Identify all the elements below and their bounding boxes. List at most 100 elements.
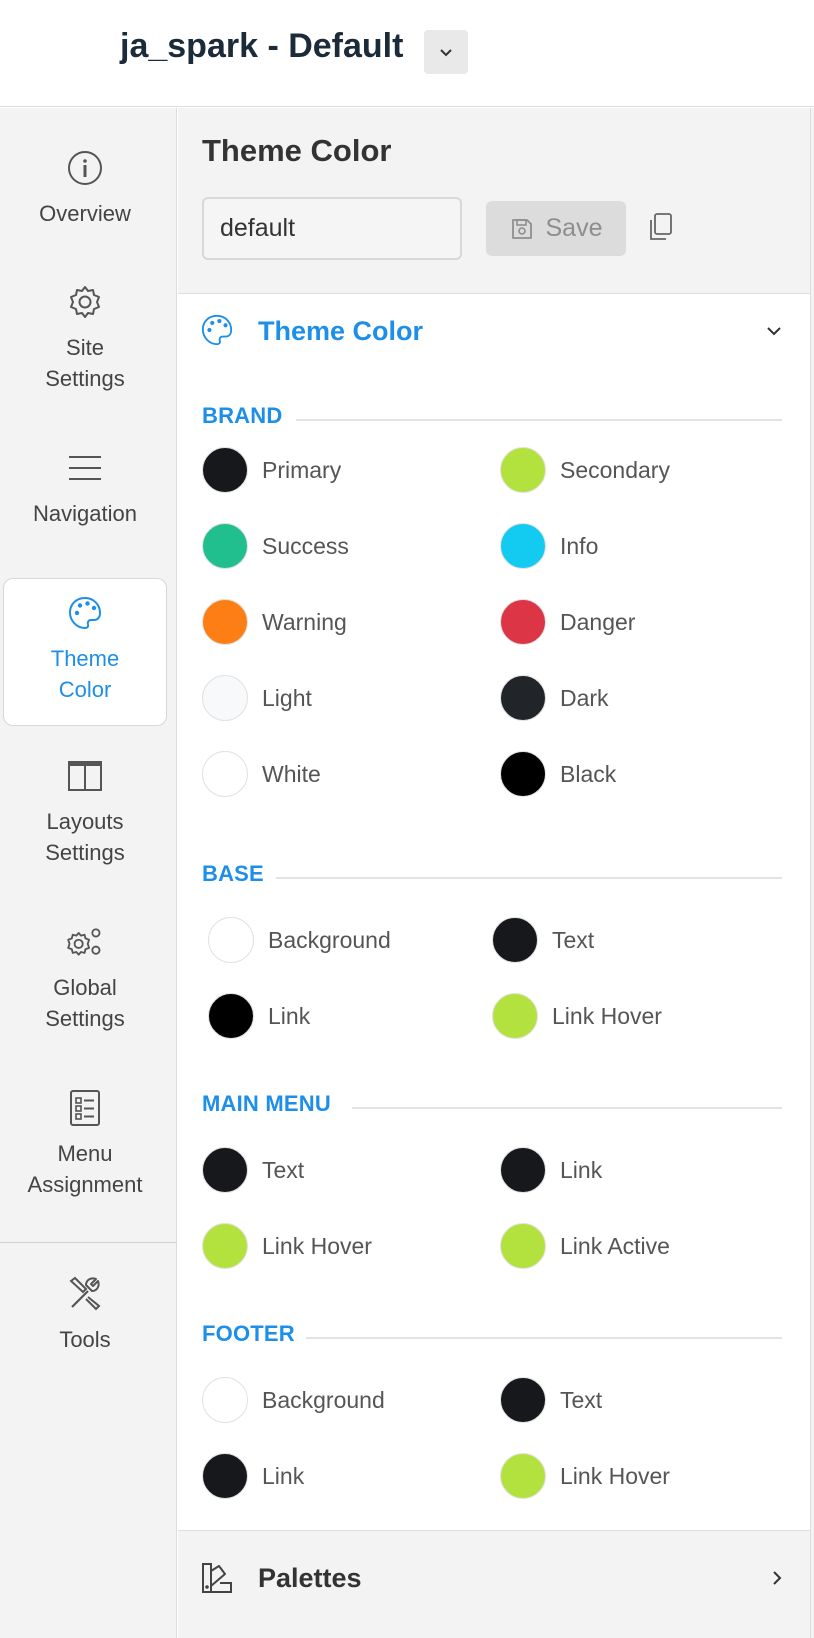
group-title-footer: FOOTER: [202, 1321, 295, 1346]
main-header: Theme Color Save: [178, 108, 814, 294]
palette-icon: [201, 314, 233, 346]
color-dot[interactable]: [202, 599, 248, 645]
color-dot[interactable]: [500, 1377, 546, 1423]
color-dot[interactable]: [208, 993, 254, 1039]
color-swatch-base-background[interactable]: Background: [208, 917, 391, 963]
sidebar-divider: [0, 1242, 177, 1243]
sidebar-item-tools[interactable]: Tools: [3, 1274, 167, 1370]
save-button-label: Save: [545, 214, 603, 242]
swatch-label: White: [262, 760, 321, 787]
color-dot[interactable]: [500, 1147, 546, 1193]
copy-button[interactable]: [646, 212, 676, 244]
color-swatch-footer-link-hover[interactable]: Link Hover: [500, 1453, 670, 1499]
color-dot[interactable]: [500, 1223, 546, 1269]
color-dot[interactable]: [492, 917, 538, 963]
group-divider: [306, 1337, 782, 1339]
palettes-section-toggle[interactable]: Palettes: [178, 1530, 810, 1638]
sidebar-item-label: Theme Color: [50, 646, 120, 702]
color-dot[interactable]: [500, 447, 546, 493]
color-swatch-menu-link-hover[interactable]: Link Hover: [202, 1223, 372, 1269]
theme-color-section-toggle[interactable]: Theme Color: [178, 295, 810, 381]
copy-icon: [650, 213, 672, 240]
color-swatch-primary[interactable]: Primary: [202, 447, 341, 493]
sidebar-item-menu-assignment[interactable]: Menu Assignment: [3, 1088, 167, 1214]
save-button[interactable]: Save: [486, 201, 626, 256]
color-swatch-secondary[interactable]: Secondary: [500, 447, 670, 493]
swatch-label: Text: [552, 926, 595, 953]
sidebar-item-label: Tools: [59, 1327, 111, 1352]
panel-border: [810, 108, 814, 1638]
color-swatch-success[interactable]: Success: [202, 523, 349, 569]
sidebar-item-global-settings[interactable]: Global Settings: [3, 922, 167, 1048]
color-swatch-menu-link[interactable]: Link: [500, 1147, 602, 1193]
sidebar-item-overview[interactable]: Overview: [3, 148, 167, 244]
color-dot[interactable]: [500, 675, 546, 721]
color-swatch-black[interactable]: Black: [500, 751, 616, 797]
template-dropdown-button[interactable]: [424, 30, 468, 74]
swatch-label: Success: [262, 532, 349, 559]
swatch-label: Background: [262, 1386, 385, 1413]
color-dot[interactable]: [500, 751, 546, 797]
group-title-base: BASE: [202, 861, 264, 886]
swatch-label: Link Active: [560, 1232, 670, 1259]
swatch-label: Danger: [560, 608, 636, 635]
top-bar: ja_spark - Default: [0, 0, 814, 107]
color-swatch-warning[interactable]: Warning: [202, 599, 347, 645]
swatches-icon: [202, 1563, 232, 1593]
color-swatch-base-text[interactable]: Text: [492, 917, 594, 963]
color-swatch-info[interactable]: Info: [500, 523, 598, 569]
color-swatch-base-link-hover[interactable]: Link Hover: [492, 993, 662, 1039]
color-dot[interactable]: [202, 1453, 248, 1499]
sidebar-item-site-settings[interactable]: Site Settings: [3, 282, 167, 408]
color-dot[interactable]: [202, 1223, 248, 1269]
color-swatch-light[interactable]: Light: [202, 675, 312, 721]
menu-icon: [65, 448, 105, 488]
color-dot[interactable]: [492, 993, 538, 1039]
color-swatch-menu-text[interactable]: Text: [202, 1147, 304, 1193]
color-dot[interactable]: [202, 751, 248, 797]
color-dot[interactable]: [500, 1453, 546, 1499]
swatch-label: Link: [262, 1462, 305, 1489]
color-dot[interactable]: [202, 523, 248, 569]
swatch-label: Background: [268, 926, 391, 953]
color-swatch-menu-link-active[interactable]: Link Active: [500, 1223, 670, 1269]
sidebar-item-label: Site Settings: [45, 335, 125, 391]
palettes-title: Palettes: [258, 1563, 362, 1593]
swatch-label: Link Hover: [560, 1462, 670, 1489]
sidebar-item-theme-color[interactable]: Theme Color: [3, 578, 167, 726]
tools-icon: [65, 1274, 105, 1314]
color-swatch-white[interactable]: White: [202, 751, 321, 797]
chevron-down-icon: [440, 49, 452, 57]
group-divider: [352, 1107, 782, 1109]
color-swatch-footer-text[interactable]: Text: [500, 1377, 602, 1423]
color-swatch-footer-link[interactable]: Link: [202, 1453, 304, 1499]
save-icon: [511, 218, 532, 239]
theme-name-input[interactable]: [202, 197, 462, 260]
palette-icon: [65, 593, 105, 633]
color-dot[interactable]: [208, 917, 254, 963]
color-dot[interactable]: [202, 675, 248, 721]
swatch-label: Info: [560, 532, 599, 559]
color-swatch-footer-background[interactable]: Background: [202, 1377, 385, 1423]
color-dot[interactable]: [202, 1147, 248, 1193]
layout-icon: [65, 756, 105, 796]
gear-icon: [65, 282, 105, 322]
theme-color-content: BRAND Primary Secondary Success Info War…: [178, 381, 810, 1638]
sidebar-item-navigation[interactable]: Navigation: [3, 448, 167, 544]
color-dot[interactable]: [202, 1377, 248, 1423]
group-divider: [276, 877, 782, 879]
color-swatch-base-link[interactable]: Link: [208, 993, 310, 1039]
color-dot[interactable]: [500, 599, 546, 645]
sidebar-item-layouts-settings[interactable]: Layouts Settings: [3, 756, 167, 882]
chevron-down-icon: [767, 327, 781, 336]
site-title: ja_spark - Default: [120, 27, 404, 65]
color-dot[interactable]: [202, 447, 248, 493]
swatch-label: Dark: [560, 684, 609, 711]
color-dot[interactable]: [500, 523, 546, 569]
swatch-label: Link: [560, 1156, 603, 1183]
color-swatch-dark[interactable]: Dark: [500, 675, 609, 721]
color-swatch-danger[interactable]: Danger: [500, 599, 635, 645]
section-title: Theme Color: [258, 316, 424, 346]
swatch-label: Text: [560, 1386, 603, 1413]
group-divider: [296, 419, 782, 421]
